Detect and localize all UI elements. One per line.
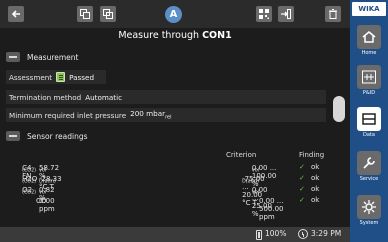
- sensor-section-label: Sensor readings: [27, 131, 88, 141]
- battery-icon: [256, 230, 262, 240]
- criterion-header: Criterion: [226, 151, 257, 159]
- clock-icon: [298, 229, 308, 239]
- sensor-criterion: 0.00 ... 100.00 % vol: [251, 164, 277, 188]
- sidebar-item-label: System: [359, 220, 379, 226]
- sensor-finding: ok: [311, 185, 320, 193]
- measurement-section-header[interactable]: Measurement: [0, 48, 333, 66]
- termination-value: Automatic: [85, 92, 123, 102]
- report-icon: [56, 72, 66, 82]
- pressure-value: 200 mbarrel: [130, 109, 172, 121]
- sensor-criterion: 0.00 ... 25.00 % vol: [251, 186, 272, 218]
- home-icon: [357, 25, 381, 49]
- table-row: H2O (CO2) -28.33 °C T D(atm) -75.00 ... 20.0…: [6, 173, 329, 207]
- page-title-target: CON1: [202, 30, 232, 41]
- table-row: O2 (CO2) 0.82 % vol 0.00 ... 25.00 % vol ✓ ok: [6, 184, 329, 218]
- sidebar-item-label: Service: [359, 176, 379, 182]
- sensor-finding: ok: [311, 196, 320, 204]
- assessment-value: Passed: [69, 72, 95, 82]
- measurement-section-label: Measurement: [27, 52, 79, 62]
- page-title-prefix: Measure through: [118, 30, 200, 41]
- sidebar-item-home[interactable]: Home: [352, 22, 386, 58]
- sidebar-item-label: Home: [361, 50, 377, 56]
- pid-icon: [357, 65, 381, 89]
- sidebar-item-label: Data: [363, 132, 375, 138]
- collapse-icon[interactable]: [6, 131, 20, 141]
- sidebar-item-label: P&ID: [362, 90, 376, 96]
- sidebar-item-pid[interactable]: P&ID: [352, 62, 386, 98]
- sensor-name: H2O (CO2): [22, 175, 38, 185]
- pressure-row: Minimum required inlet pressure 200 mbar…: [6, 108, 326, 122]
- sensor-section-header[interactable]: Sensor readings: [0, 127, 333, 145]
- termination-label: Termination method: [9, 92, 82, 102]
- export-icon[interactable]: [278, 6, 294, 22]
- assessment-row: Assessment Passed: [6, 70, 106, 84]
- table-row: C4-FN (CO2) 58.72 % vol 0.00 ... 100.00 % vol…: [6, 162, 329, 188]
- check-icon: ✓: [299, 196, 305, 204]
- sidebar-item-data[interactable]: Data: [352, 104, 386, 140]
- battery-percent: 100%: [265, 229, 287, 238]
- check-icon: ✓: [299, 185, 305, 193]
- scroll-content[interactable]: Measurement Assessment Passed Terminatio…: [0, 47, 333, 227]
- table-header: Criterion Finding: [6, 150, 329, 161]
- sensor-value: -28.33 °C T D(atm): [39, 175, 62, 191]
- copy-icon[interactable]: [77, 6, 93, 22]
- scrollbar-thumb[interactable]: [333, 96, 345, 122]
- sensor-value: 58.72 % vol: [39, 164, 60, 180]
- termination-row: Termination method Automatic: [6, 90, 326, 104]
- back-arrow-icon[interactable]: [8, 6, 24, 22]
- sensor-criterion: -75.00 ... 20.00 °C T D(atm): [242, 175, 265, 207]
- trash-icon[interactable]: [325, 6, 341, 22]
- pressure-label: Minimum required inlet pressure: [9, 110, 127, 120]
- sensor-finding: ok: [311, 174, 320, 182]
- sidebar-item-service[interactable]: Service: [352, 148, 386, 184]
- sensor-name: O2 (CO2): [22, 186, 36, 196]
- gear-icon: [357, 195, 381, 219]
- status-time: 3:29 PM: [311, 229, 342, 238]
- sensor-finding: ok: [311, 163, 320, 171]
- brand-logo: WIKA: [352, 2, 386, 16]
- check-icon: ✓: [299, 163, 305, 171]
- duplicate-icon[interactable]: [100, 6, 116, 22]
- toolbar: A: [0, 0, 350, 28]
- wrench-icon: [357, 151, 381, 175]
- page-title: Measure through CON1: [0, 30, 350, 46]
- assessment-label: Assessment: [9, 72, 53, 82]
- table-row: CO 0.00 ppm 0.00 ... 500.00 ppm ✓ ok: [36, 196, 320, 221]
- status-bar: 100% 3:29 PM: [0, 227, 350, 242]
- collapse-icon[interactable]: [6, 52, 20, 62]
- data-icon: [357, 107, 381, 131]
- qr-code-icon[interactable]: [256, 6, 272, 22]
- check-icon: ✓: [299, 174, 305, 182]
- sidebar-item-system[interactable]: System: [352, 192, 386, 228]
- sidebar: WIKA Home P&ID Data Service System: [350, 0, 388, 242]
- sensor-value: 0.82 % vol: [39, 186, 55, 202]
- sensor-name: C4-FN (CO2): [22, 164, 36, 180]
- finding-header: Finding: [299, 151, 325, 159]
- active-badge: A: [165, 6, 182, 23]
